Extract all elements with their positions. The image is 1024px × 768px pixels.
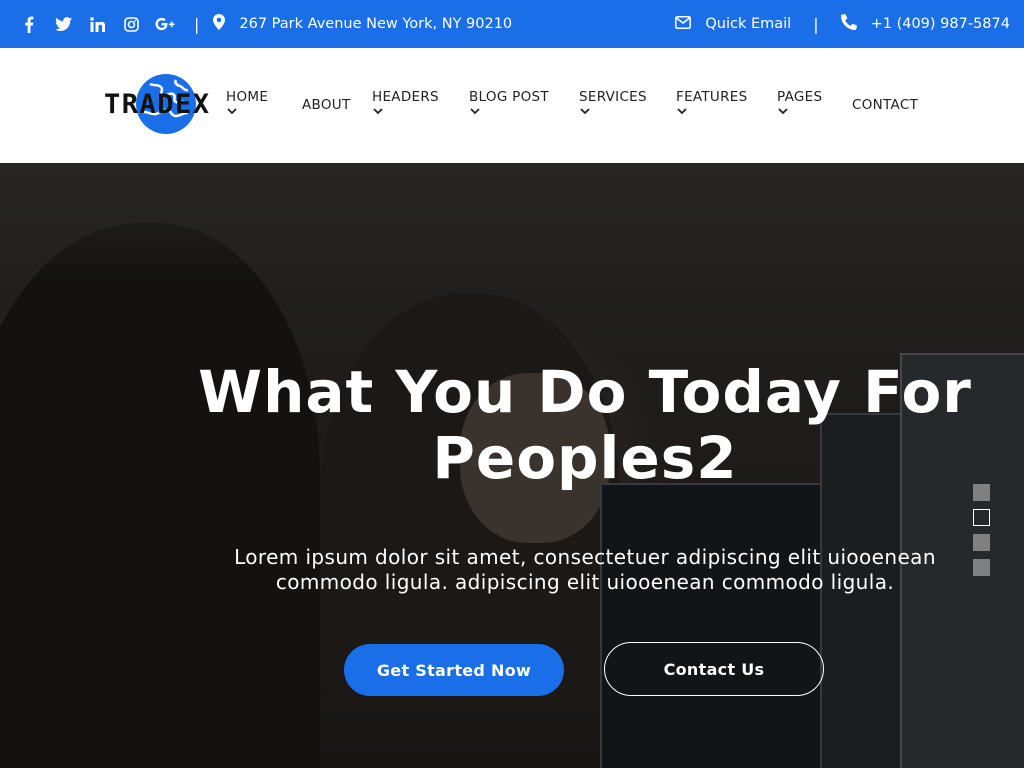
nav-blog-post[interactable]: BLOG POST: [469, 89, 549, 116]
envelope-icon: [675, 15, 692, 33]
nav-about-label: ABOUT: [302, 97, 351, 113]
nav-features[interactable]: FEATURES: [676, 89, 748, 116]
contact-us-button[interactable]: Contact Us: [604, 642, 824, 696]
nav-home-label: HOME: [226, 89, 269, 105]
nav-contact-label: CONTACT: [852, 97, 919, 113]
phone-icon: [840, 14, 857, 34]
chevron-down-icon: [778, 108, 788, 115]
nav-pages[interactable]: PAGES: [777, 89, 822, 116]
nav-headers[interactable]: HEADERS: [372, 89, 439, 116]
slider-pagination: [973, 484, 990, 584]
logo[interactable]: TRADEX: [104, 72, 226, 138]
chevron-down-icon: [677, 108, 687, 115]
address: 267 Park Avenue New York, NY 90210: [213, 14, 512, 34]
quick-email-label: Quick Email: [705, 16, 792, 32]
nav-home[interactable]: HOME: [226, 89, 268, 116]
hero-subtitle: Lorem ipsum dolor sit amet, consectetuer…: [234, 545, 936, 594]
quick-email-link[interactable]: Quick Email: [675, 15, 792, 33]
chevron-down-icon: [373, 108, 383, 115]
nav-pages-label: PAGES: [777, 89, 823, 105]
hero-slider: What You Do Today For Peoples2 Lorem ips…: [0, 163, 1024, 768]
top-bar-separator: |: [194, 14, 200, 34]
nav-contact[interactable]: CONTACT: [852, 97, 918, 113]
nav-blog-post-label: BLOG POST: [469, 89, 549, 105]
chevron-down-icon: [580, 108, 590, 115]
twitter-icon[interactable]: [46, 0, 80, 48]
slider-dot-4[interactable]: [973, 559, 990, 576]
logo-text: TRADEX: [104, 89, 211, 120]
phone-number: +1 (409) 987-5874: [870, 16, 1010, 32]
slider-dot-2[interactable]: [973, 509, 990, 526]
site-header: TRADEX HOME ABOUT HEADERS BLOG POST SERV…: [0, 48, 1024, 163]
google-plus-icon[interactable]: [148, 0, 182, 48]
nav-about[interactable]: ABOUT: [302, 97, 351, 113]
nav-headers-label: HEADERS: [372, 89, 439, 105]
map-marker-icon: [213, 14, 226, 34]
nav-services-label: SERVICES: [579, 89, 647, 105]
top-bar-separator: |: [813, 14, 819, 34]
slider-dot-1[interactable]: [973, 484, 990, 501]
instagram-icon[interactable]: [114, 0, 148, 48]
nav-services[interactable]: SERVICES: [579, 89, 647, 116]
facebook-icon[interactable]: [12, 0, 46, 48]
address-text: 267 Park Avenue New York, NY 90210: [239, 16, 513, 32]
linkedin-icon[interactable]: [80, 0, 114, 48]
phone-link[interactable]: +1 (409) 987-5874: [840, 14, 1010, 34]
chevron-down-icon: [470, 108, 480, 115]
slider-dot-3[interactable]: [973, 534, 990, 551]
get-started-button[interactable]: Get Started Now: [344, 644, 564, 696]
social-links: [12, 0, 182, 48]
hero-title: What You Do Today For Peoples2: [198, 358, 972, 492]
top-bar: | 267 Park Avenue New York, NY 90210 Qui…: [0, 0, 1024, 48]
chevron-down-icon: [227, 108, 237, 115]
nav-features-label: FEATURES: [676, 89, 748, 105]
